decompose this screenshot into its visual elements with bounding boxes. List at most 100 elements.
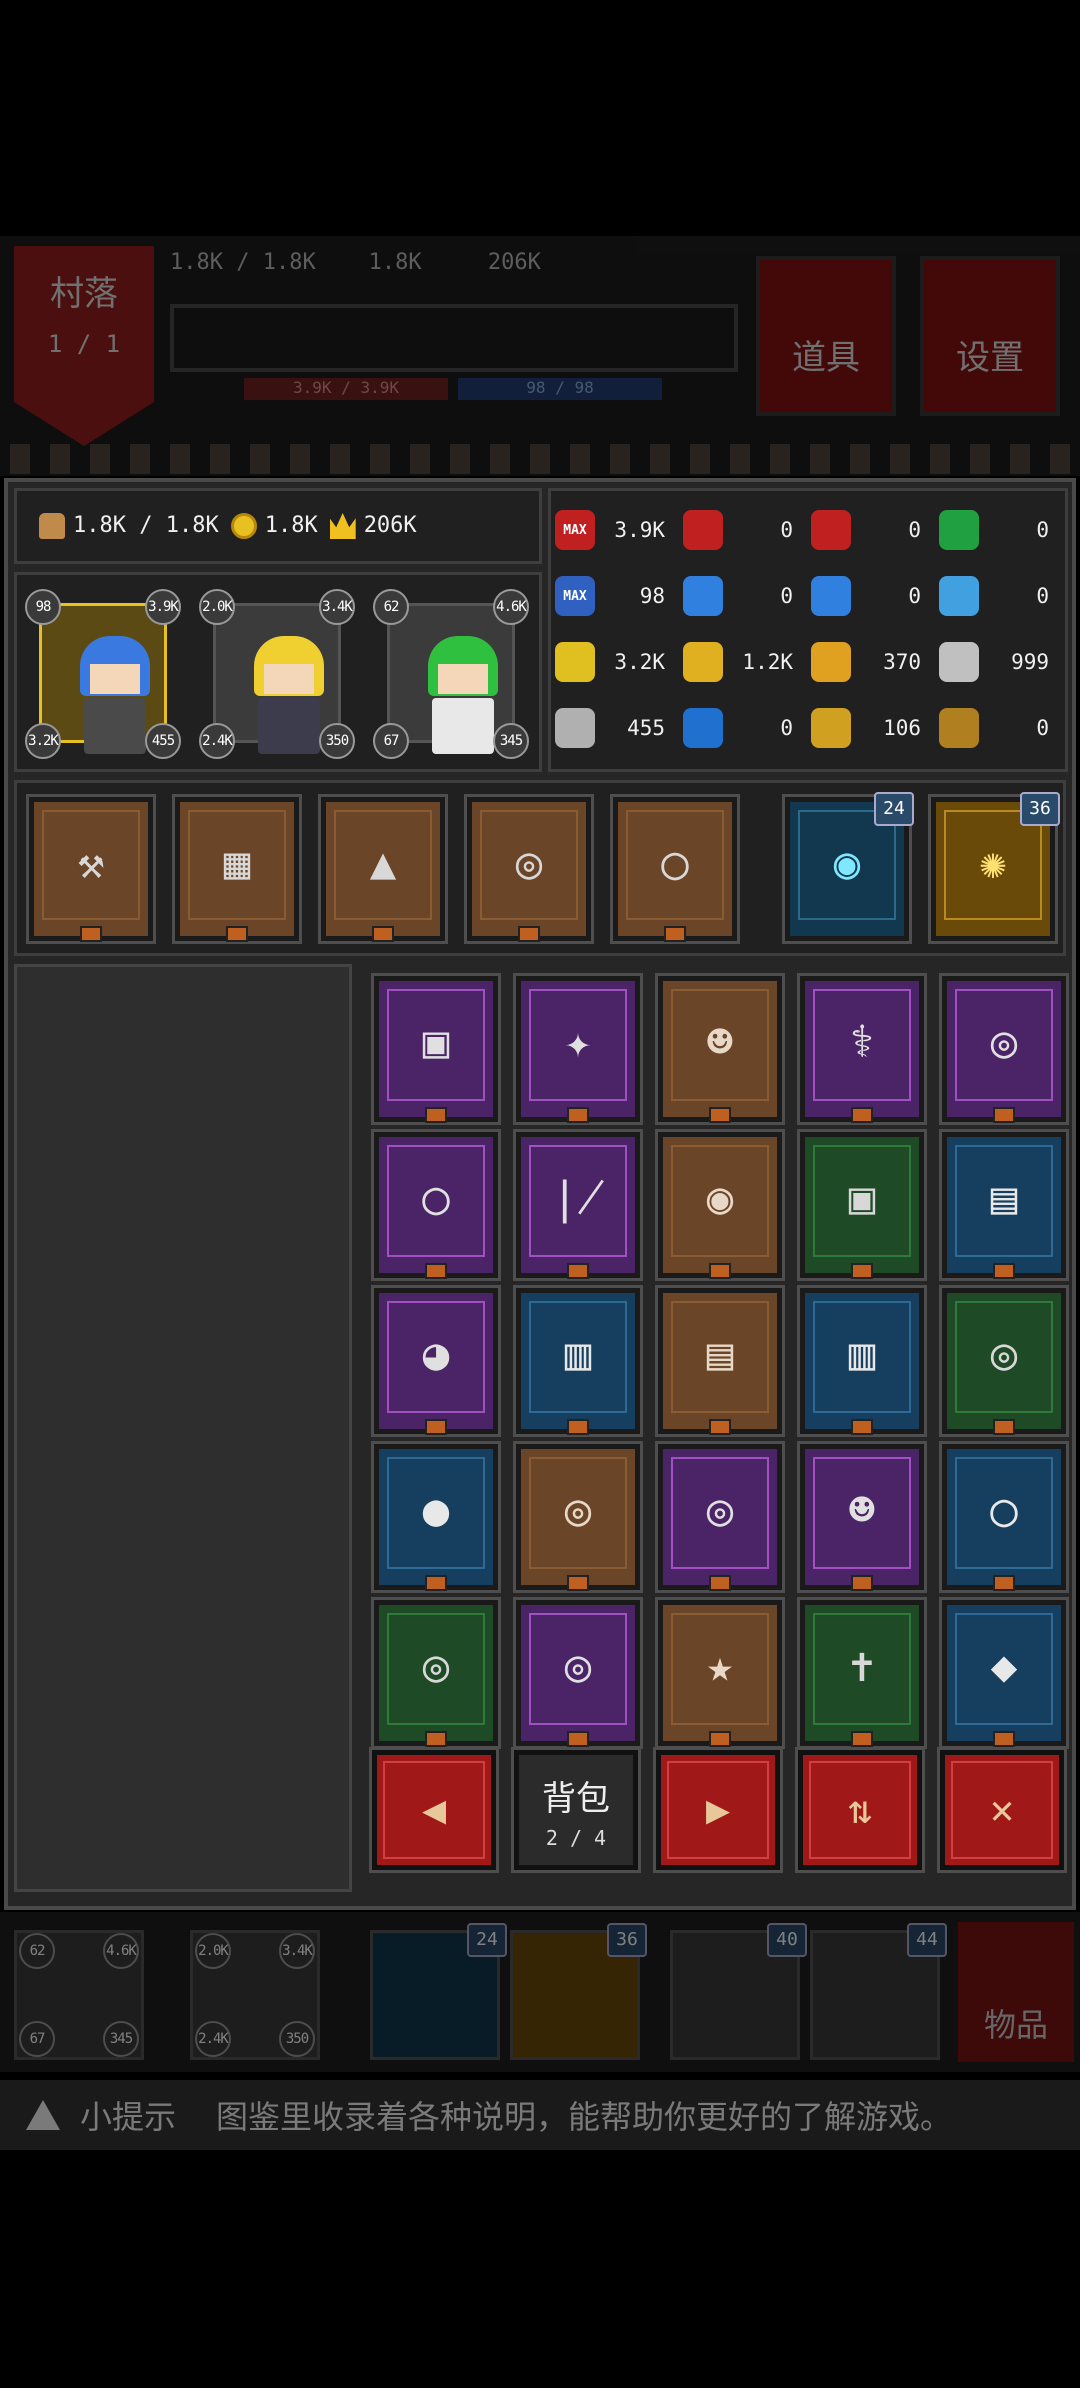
bottom-hero-b: 2.0K 3.4K 2.4K 350 [190,1930,320,2060]
stat-value: 1.2K [742,650,793,674]
hero-stat-bottom-right: 345 [493,723,529,759]
bag-item-slot[interactable]: ⚕ [797,973,927,1125]
bottom-count-3: 40 [767,1923,807,1957]
items-tab-button: 物品 [958,1922,1074,2062]
equipment-slot[interactable]: ⚒ [26,794,156,944]
star-wand-icon: ★ [706,1641,734,1692]
bag-item-slot[interactable]: ◎ [939,1285,1069,1437]
hero-card[interactable]: 2.0K 3.4K 2.4K 350 [199,589,355,759]
bag-item-slot[interactable]: ◎ [513,1597,643,1749]
hero-card[interactable]: 62 4.6K 67 345 [373,589,529,759]
bag-item-slot[interactable]: ● [371,1441,501,1593]
hero-stat-top-right: 3.9K [145,589,181,625]
bag-item-slot[interactable]: ◉ [655,1129,785,1281]
bag-item-slot[interactable]: ◎ [371,1597,501,1749]
bag-item-slot[interactable]: ▥ [797,1285,927,1437]
bag-item-slot[interactable]: ☻ [655,973,785,1125]
slot-tag [664,926,686,942]
next-page-button[interactable]: ▶ [653,1747,783,1873]
slot-tag [993,1263,1015,1279]
equipment-slot[interactable]: ◯ [610,794,740,944]
tome-icon: ▥ [848,1329,876,1380]
equipment-slot[interactable]: ▦ [172,794,302,944]
slot-tag [518,926,540,942]
slot-tag [567,1419,589,1435]
resource-row: 1.8K / 1.8K 1.8K 206K [14,488,542,564]
bottom-slot-b: 44 [810,1923,947,2060]
slot-tag [425,1731,447,1747]
hero-stat-bottom-left: 3.2K [25,723,61,759]
tip-label: 小提示 [80,2098,177,2136]
bag-item-slot[interactable]: ▤ [655,1285,785,1437]
bag-item-slot[interactable]: ◯ [939,1441,1069,1593]
bag-item-slot[interactable]: ∤ [513,1129,643,1281]
prev-page-button[interactable]: ◀ [369,1747,499,1873]
gold-coin-icon [683,642,723,682]
equipment-slot[interactable]: ◎ [464,794,594,944]
eye-amulet-icon: ◕ [422,1329,450,1380]
slot-tag [425,1419,447,1435]
crown-value: 206K [363,513,417,538]
bag-item-slot[interactable]: ▤ [939,1129,1069,1281]
stat-item: 3.2K [555,629,683,695]
inventory-panel: 1.8K / 1.8K 1.8K 206K 98 3.9K 3.2K 455 2.0K 3… [4,478,1076,1910]
bag-item-slot[interactable]: ◎ [655,1441,785,1593]
bag-item-slot[interactable]: ◆ [939,1597,1069,1749]
stat-item: 0 [811,563,939,629]
round-shield-icon: ◉ [706,1173,734,1224]
warning-icon [26,2100,60,2130]
hat-icon: ▲ [369,838,397,889]
skill-slot[interactable]: ◉ 24 [782,792,914,944]
blue-gem-icon [683,708,723,748]
bottom-bar: 62 4.6K 67 345 2.0K 3.4K 2.4K 350 24 36 … [0,1912,1080,2072]
gauntlet-icon: ▣ [848,1173,876,1224]
bottom-hero-b-bottom-right: 350 [279,2021,315,2057]
bag-item-slot[interactable]: ▣ [371,973,501,1125]
silver-ring-icon: ◯ [990,1485,1018,1536]
stat-value: 3.2K [614,650,665,674]
max-mana-icon: MAX [555,576,595,616]
spellbook-icon: ▥ [564,1329,592,1380]
settings-button: 设置 [920,256,1060,416]
slot-tag [851,1263,873,1279]
stat-item: 455 [555,695,683,761]
bag-item-slot[interactable]: ☻ [797,1441,927,1593]
equipment-slot[interactable]: ▲ [318,794,448,944]
slot-tag [567,1263,589,1279]
necklace-icon: ◎ [564,1485,592,1536]
hero-frame [387,603,515,754]
background-hp-bar: 3.9K / 3.9K [244,378,448,400]
tunic-icon: ▤ [706,1329,734,1380]
bag-item-slot[interactable]: ✦ [513,973,643,1125]
bag-item-slot[interactable]: ▣ [797,1129,927,1281]
bag-item-slot[interactable]: ✝ [797,1597,927,1749]
hero-stat-top-left: 2.0K [199,589,235,625]
village-label: 村落 [50,274,118,314]
bag-item-slot[interactable]: ★ [655,1597,785,1749]
coin-icon [230,513,257,539]
necklace-icon: ◎ [990,1329,1018,1380]
stat-item: 0 [939,563,1067,629]
bag-page-indicator[interactable]: 背包 2 / 4 [511,1747,641,1873]
food-resource: 1.8K / 1.8K [39,513,219,539]
bottom-hero-a-bottom-left: 67 [19,2021,55,2057]
slot-tag [993,1731,1015,1747]
slot-tag [567,1575,589,1591]
heart-plus-icon [683,510,723,550]
close-button[interactable]: ✕ [937,1747,1067,1873]
hero-body [258,698,320,754]
hero-stat-bottom-right: 350 [319,723,355,759]
sort-button[interactable]: ⇅ [795,1747,925,1873]
bag-item-slot[interactable]: ◕ [371,1285,501,1437]
food-value: 1.8K / 1.8K [73,513,219,538]
mana-potion-plus-icon [683,576,723,616]
skill-slot[interactable]: ✺ 36 [928,792,1060,944]
gold-ring-icon: ◯ [422,1173,450,1224]
stat-item: MAX 98 [555,563,683,629]
heart-s-icon [811,510,851,550]
bag-item-slot[interactable]: ◎ [513,1441,643,1593]
bag-item-slot[interactable]: ◎ [939,973,1069,1125]
bag-item-slot[interactable]: ◯ [371,1129,501,1281]
bag-item-slot[interactable]: ▥ [513,1285,643,1437]
hero-card[interactable]: 98 3.9K 3.2K 455 [25,589,181,759]
